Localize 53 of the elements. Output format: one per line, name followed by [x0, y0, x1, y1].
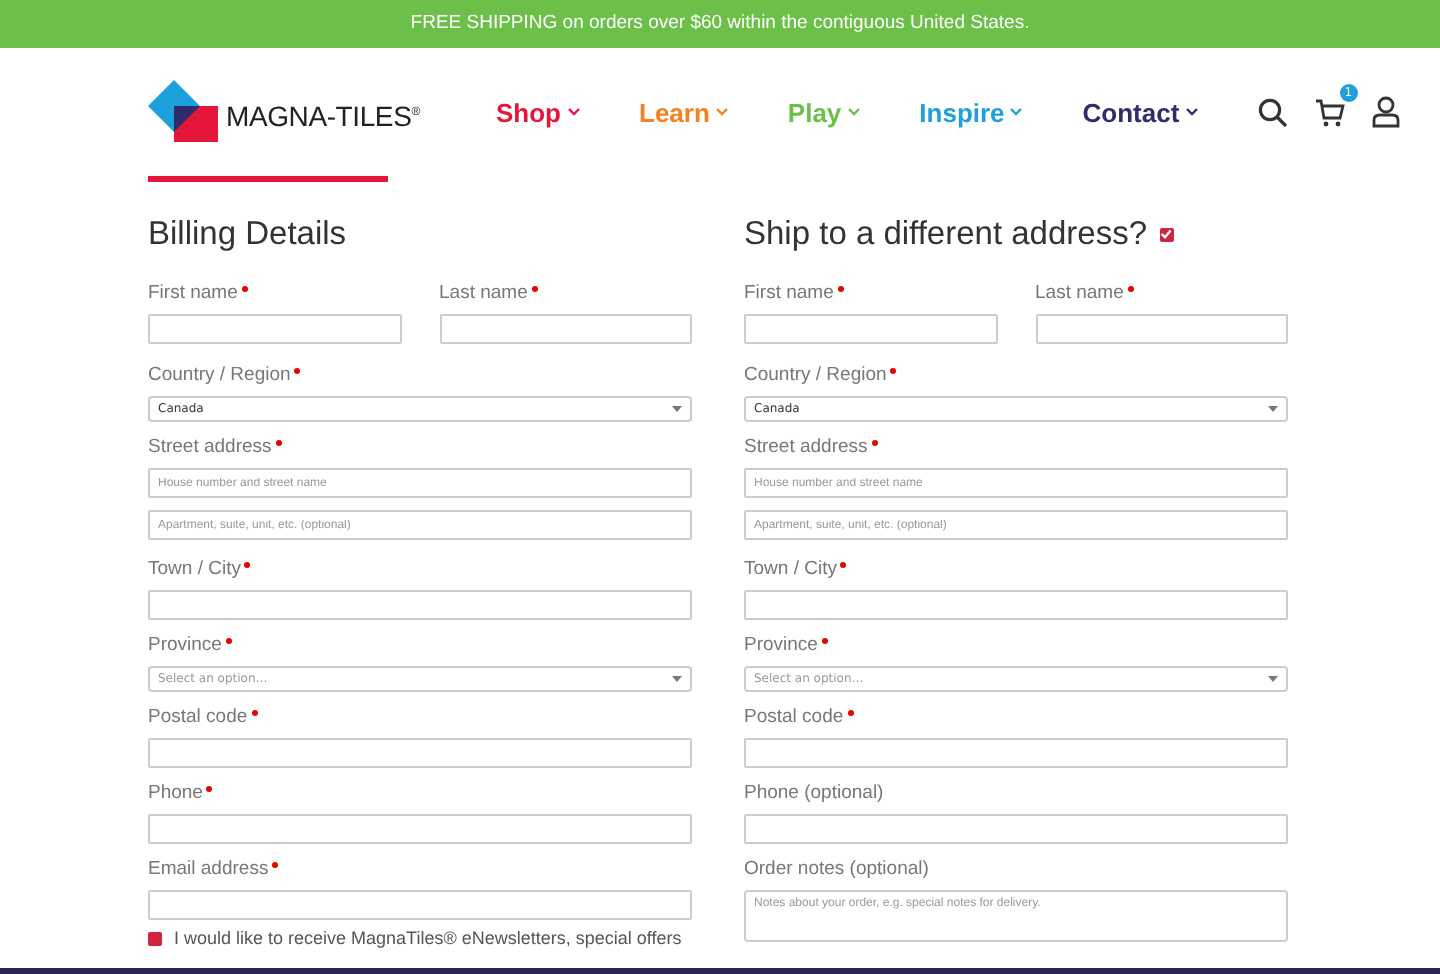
input-field[interactable]: [744, 814, 1288, 844]
field-label: Last name: [439, 282, 528, 304]
nav-link[interactable]: Inspire: [919, 97, 1023, 127]
chevron-icon: [567, 108, 579, 116]
field-label: Last name: [1035, 282, 1124, 304]
brand-name[interactable]: MAGNA-TILES$^{®}$: [226, 100, 420, 132]
input-field[interactable]: [148, 590, 692, 620]
caret-icon: [672, 676, 682, 682]
input-field[interactable]: [148, 814, 692, 844]
field-label: Street address: [148, 436, 272, 458]
shipping-banner: FREE SHIPPING on orders over $60 within the contiguous United States.: [0, 0, 1440, 48]
caret-icon: [1268, 406, 1278, 412]
chevron-icon: [847, 108, 860, 116]
tiles-logo-icon: [148, 80, 224, 144]
field-label: Province: [744, 634, 818, 656]
field-label: Postal code: [744, 706, 844, 728]
nav-link[interactable]: Contact: [1082, 97, 1198, 127]
input-field[interactable]: [744, 590, 1288, 620]
caret-icon: [672, 406, 682, 412]
nav-link[interactable]: Learn: [639, 97, 728, 127]
input-field[interactable]: [148, 314, 401, 344]
section-title: Billing Details: [148, 215, 347, 253]
chevron-icon: [715, 108, 728, 116]
input-field[interactable]: [148, 890, 692, 920]
field-label: Province: [148, 634, 222, 656]
field-label: Email address: [148, 858, 269, 880]
field-label: Country / Region: [744, 364, 887, 386]
search-icon[interactable]: [1257, 97, 1288, 127]
field-label: Country / Region: [148, 364, 291, 386]
input-field[interactable]: [1035, 314, 1288, 344]
caret-icon: [1268, 676, 1278, 682]
chevron-icon: [1185, 108, 1198, 116]
field-label: Street address: [744, 436, 868, 458]
field-label: First name: [148, 282, 238, 304]
field-label: Phone: [148, 782, 203, 804]
ship-checkbox[interactable]: [1159, 227, 1173, 241]
newsletter-label: I would like to receive MagnaTiles® eNewsletters, special offers: [174, 928, 682, 948]
user-icon[interactable]: [1371, 96, 1400, 128]
chevron-icon: [1010, 108, 1023, 116]
input-field[interactable]: [744, 738, 1288, 768]
field-label: Town / City: [148, 558, 241, 580]
field-label: Postal code: [148, 706, 248, 728]
section-title: Ship to a different address?: [744, 215, 1147, 253]
nav-link[interactable]: Shop: [496, 97, 579, 127]
input-field[interactable]: [439, 314, 692, 344]
newsletter-checkbox[interactable]: [148, 931, 162, 945]
input-field[interactable]: [148, 738, 692, 768]
input-field[interactable]: [744, 314, 997, 344]
field-label: Order notes (optional): [744, 858, 929, 880]
cart-icon[interactable]: [1313, 97, 1346, 127]
field-label: First name: [744, 282, 834, 304]
field-label: Phone (optional): [744, 782, 884, 804]
field-label: Town / City: [744, 558, 837, 580]
